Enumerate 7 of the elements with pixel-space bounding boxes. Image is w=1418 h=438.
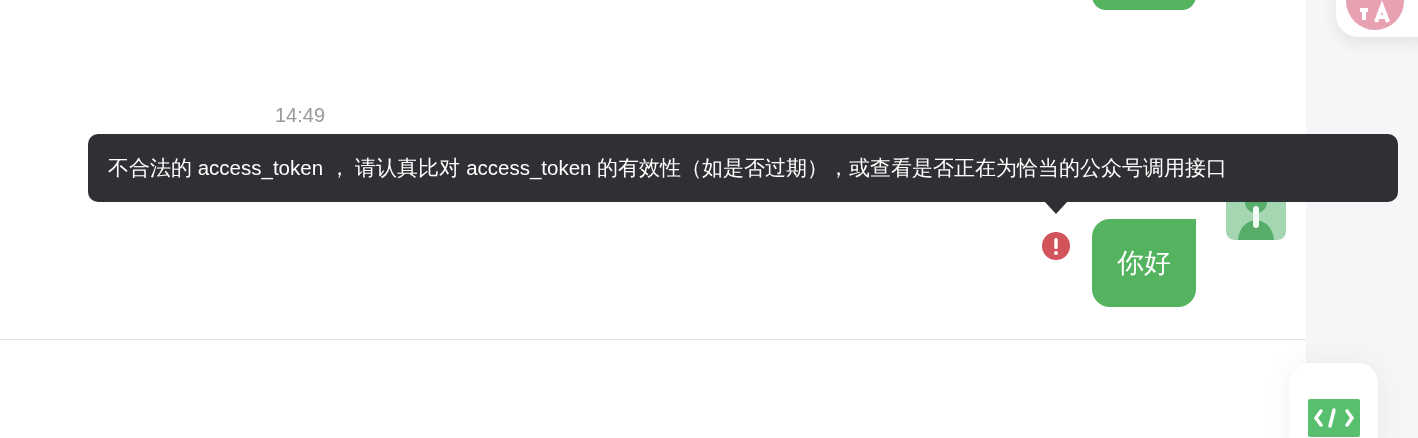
code-icon[interactable] — [1308, 399, 1360, 437]
error-tooltip: 不合法的 access_token ， 请认真比对 access_token 的有效性（如是否过期），或查看是否正在为恰当的公众号调用接口 — [88, 134, 1398, 202]
tooltip-arrow — [1045, 202, 1067, 214]
avatar-icon — [1226, 202, 1286, 240]
error-icon[interactable] — [1042, 232, 1070, 260]
message-time: 14:49 — [275, 103, 326, 127]
message-bubble: 你好 — [1092, 219, 1196, 307]
